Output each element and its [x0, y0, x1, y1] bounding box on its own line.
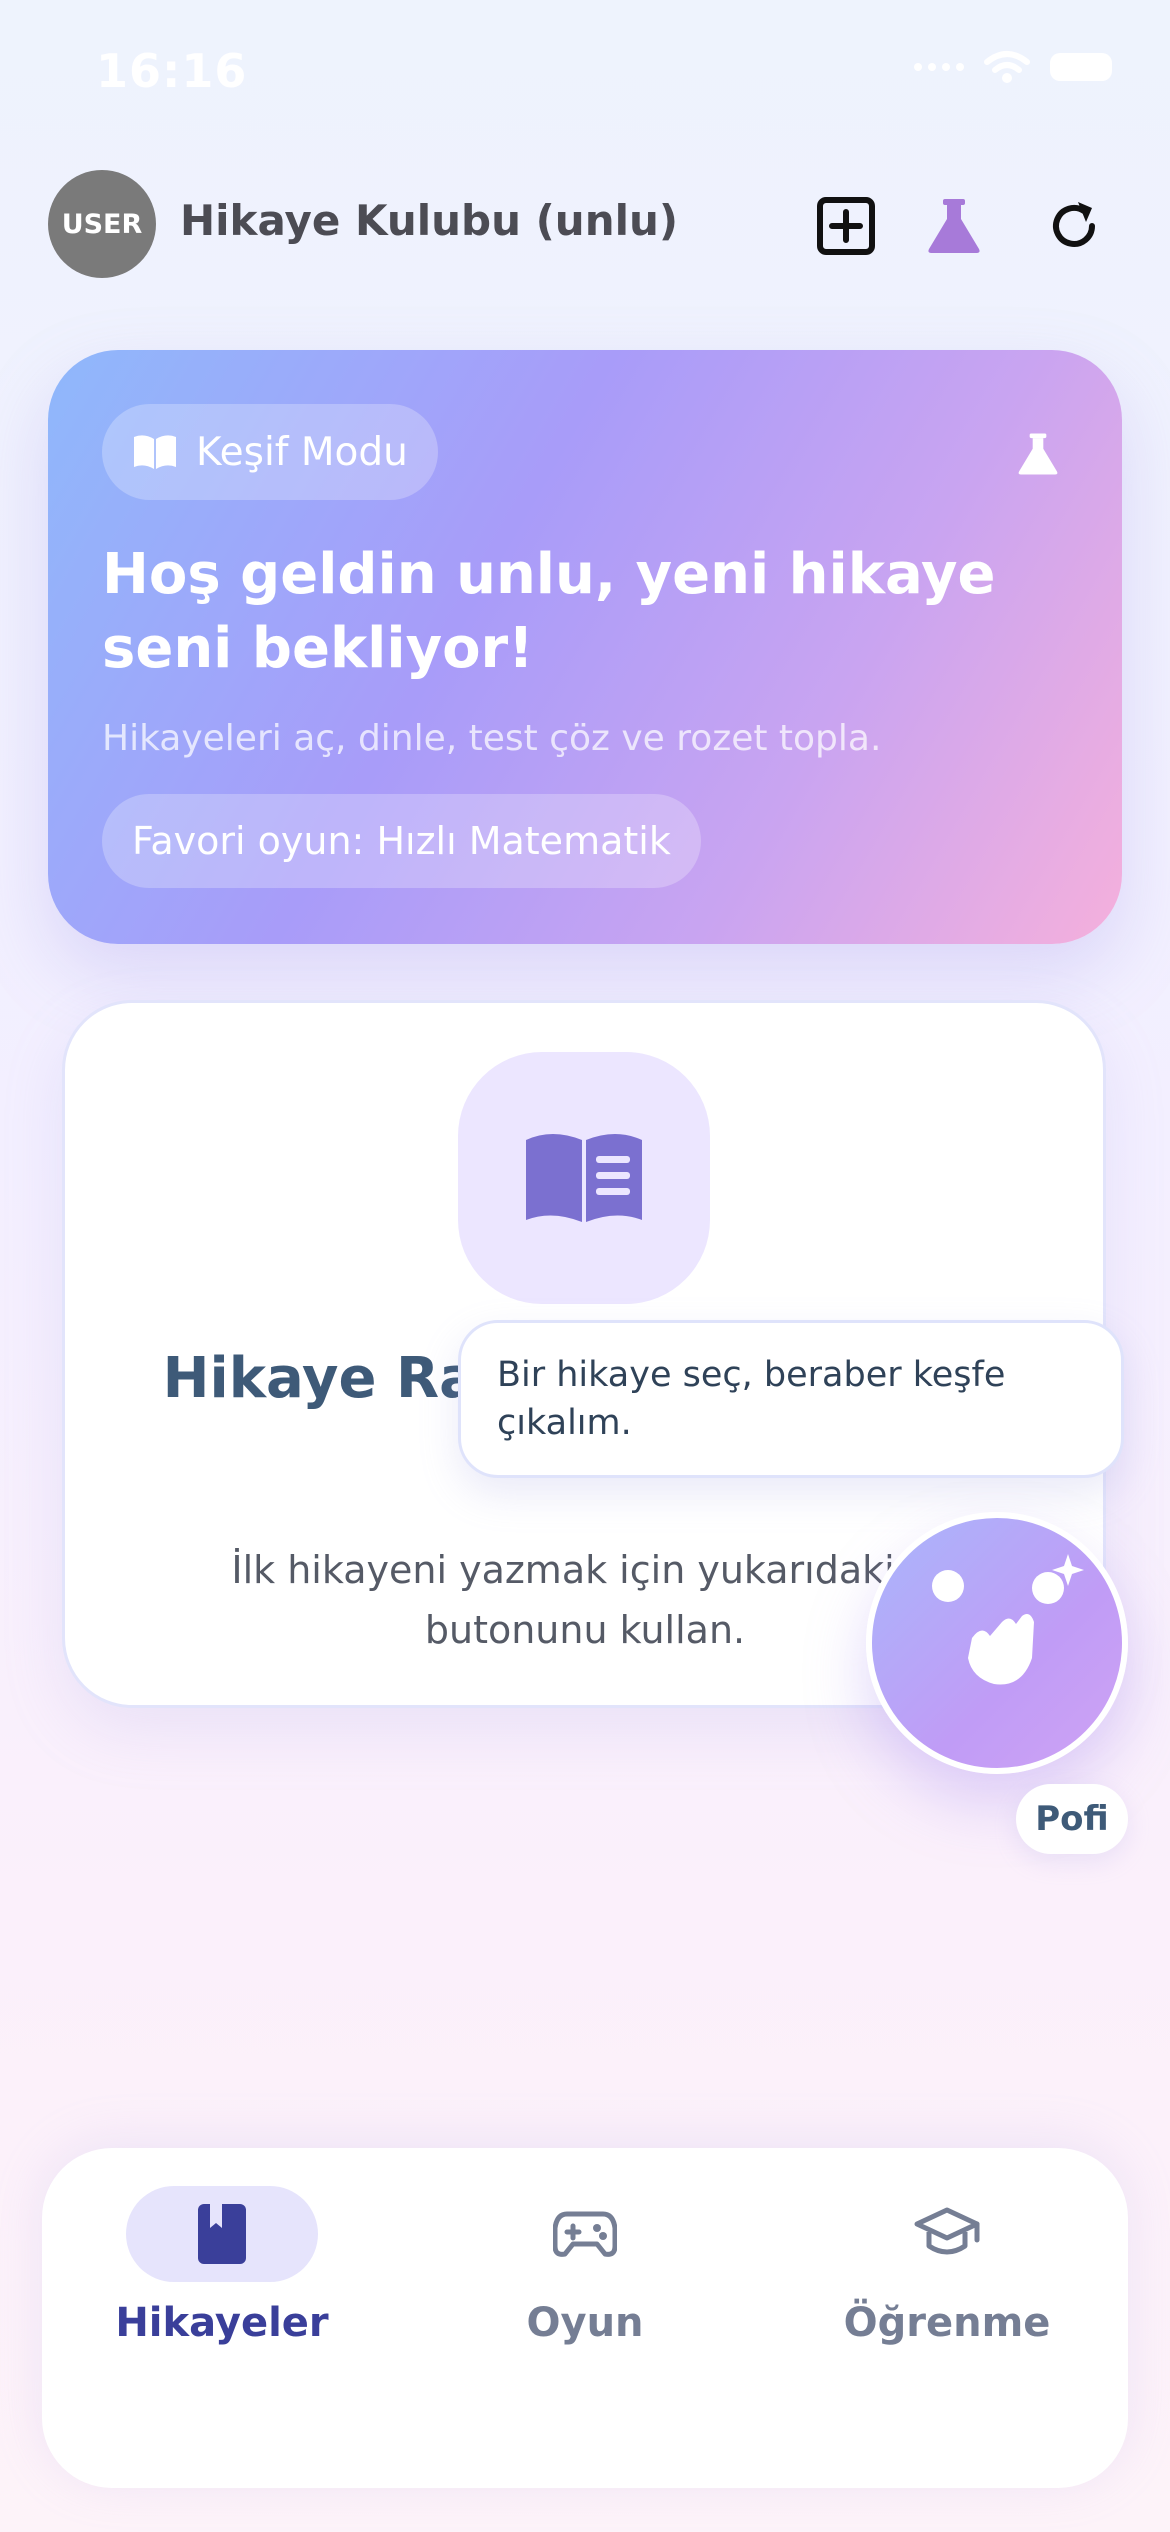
status-indicators: [914, 50, 1112, 84]
avatar[interactable]: USER: [48, 170, 156, 278]
graduation-cap-icon: [914, 2207, 980, 2255]
tab-label: Oyun: [526, 2300, 644, 2346]
tab-pill: [489, 2186, 681, 2282]
mascot-pofi-button[interactable]: [866, 1512, 1128, 1774]
status-time: 16:16: [96, 44, 248, 98]
plus-square-icon: [817, 197, 875, 255]
tab-pill: [126, 2186, 318, 2282]
refresh-icon: [1053, 202, 1095, 247]
explore-mode-chip[interactable]: Keşif Modu: [102, 404, 438, 500]
add-story-button[interactable]: [810, 190, 882, 262]
hero-title: Hoş geldin unlu, yeni hikaye seni bekliy…: [102, 542, 996, 681]
explore-mode-label: Keşif Modu: [196, 429, 408, 475]
bookmark-book-icon: [198, 2204, 246, 2264]
tab-oyun[interactable]: Oyun: [435, 2186, 735, 2346]
open-book-icon: [134, 435, 176, 469]
favorite-game-chip[interactable]: Favori oyun: Hızlı Matematik: [102, 794, 701, 888]
mascot-tooltip: Bir hikaye seç, beraber keşfe çıkalım.: [458, 1320, 1124, 1478]
battery-icon: [1050, 53, 1112, 81]
flask-icon: [928, 199, 980, 253]
tab-label: Öğrenme: [843, 2300, 1051, 2346]
wifi-icon: [984, 51, 1030, 83]
refresh-button[interactable]: [1038, 190, 1110, 262]
welcome-hero-card: Keşif Modu Hoş geldin unlu, yeni hikaye …: [48, 350, 1122, 944]
lab-button[interactable]: [918, 190, 990, 262]
tab-label: Hikayeler: [115, 2300, 329, 2346]
hero-subtitle: Hikayeleri aç, dinle, test çöz ve rozet …: [102, 718, 882, 759]
tab-hikayeler[interactable]: Hikayeler: [72, 2186, 372, 2346]
gamepad-icon: [553, 2211, 617, 2257]
tab-ogrenme[interactable]: Öğrenme: [797, 2186, 1097, 2346]
tab-pill: [851, 2186, 1043, 2282]
mascot-name-label: Pofi: [1016, 1784, 1128, 1854]
mascot-face-icon: [932, 1554, 1084, 1685]
flask-icon: [1018, 433, 1058, 475]
open-book-icon: [526, 1134, 642, 1222]
app-title: Hikaye Kulubu (unlu): [180, 196, 679, 245]
book-tile: [458, 1052, 710, 1304]
signal-icon: [914, 63, 964, 71]
